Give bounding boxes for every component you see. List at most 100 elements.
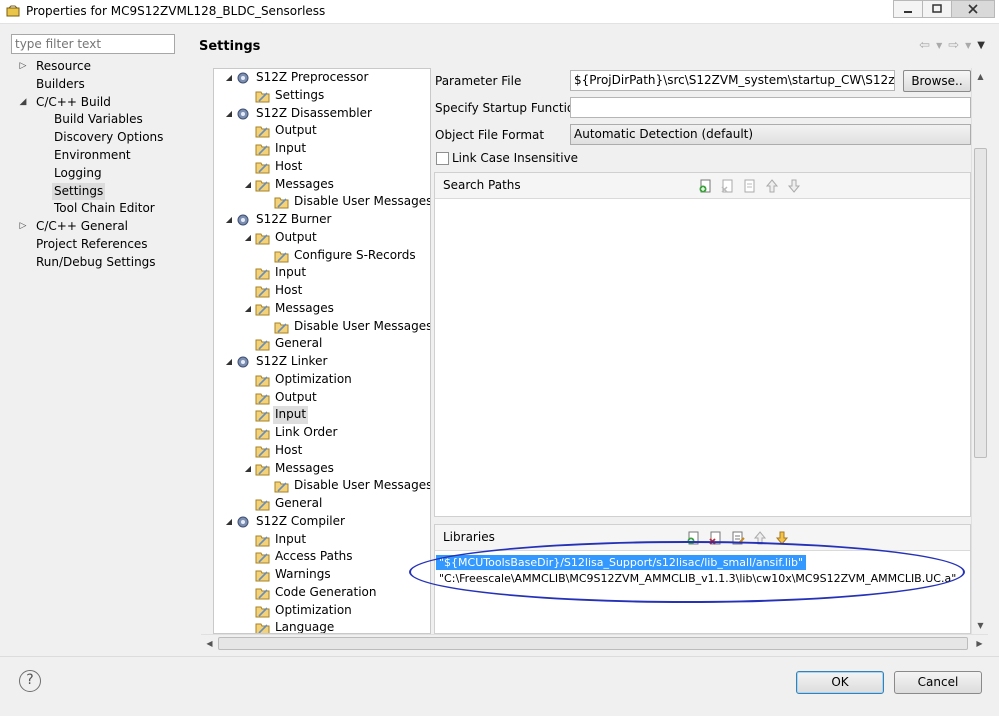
move-down-icon[interactable] — [786, 178, 802, 194]
object-format-select[interactable]: Automatic Detection (default) — [570, 124, 971, 145]
tool-tree-item[interactable]: Link Order — [214, 424, 430, 442]
scroll-left-arrow-icon[interactable]: ◀ — [201, 635, 218, 652]
tool-tree-item[interactable]: Disable User Messages — [214, 318, 430, 336]
tool-tree-item[interactable]: Input — [214, 406, 430, 424]
tool-tree-item[interactable]: General — [214, 335, 430, 353]
parameter-file-label: Parameter File — [435, 74, 522, 88]
tool-tree-item[interactable]: Settings — [214, 87, 430, 105]
add-path-icon[interactable] — [698, 178, 714, 194]
forward-menu-icon[interactable]: ▼ — [965, 38, 971, 54]
tool-tree-item[interactable]: Language — [214, 619, 430, 633]
collapse-icon[interactable]: ◢ — [224, 105, 234, 123]
move-up-icon[interactable] — [764, 178, 780, 194]
view-menu-icon[interactable]: ▼ — [977, 38, 985, 54]
tool-tree-item[interactable]: ◢ Output — [214, 229, 430, 247]
tool-tree-item[interactable]: Disable User Messages — [214, 193, 430, 211]
parameter-file-field[interactable]: ${ProjDirPath}\src\S12ZVM_system\startup… — [570, 70, 895, 91]
vertical-scrollbar[interactable]: ▲ ▼ — [971, 68, 988, 634]
cancel-button[interactable]: Cancel — [894, 671, 982, 694]
scrollbar-thumb[interactable] — [218, 637, 968, 650]
expand-icon[interactable]: ▷ — [18, 218, 28, 236]
tool-tree-item[interactable]: Code Generation — [214, 584, 430, 602]
delete-library-icon[interactable] — [708, 530, 724, 546]
tool-tree-item[interactable]: ◢ S12Z Compiler — [214, 513, 430, 531]
browse-button[interactable]: Browse.. — [903, 70, 971, 92]
tool-gear-icon — [236, 355, 251, 369]
tool-tree-item[interactable]: Configure S-Records — [214, 247, 430, 265]
tool-tree-item[interactable]: Output — [214, 389, 430, 407]
tool-tree-item[interactable]: Input — [214, 140, 430, 158]
horizontal-scrollbar[interactable]: ◀ ▶ — [201, 634, 988, 651]
scroll-up-arrow-icon[interactable]: ▲ — [972, 68, 989, 85]
tool-settings-tree: ◢ S12Z Preprocessor Settings ◢ S12Z Disassem… — [213, 68, 431, 634]
startup-function-label: Specify Startup Function — [435, 101, 582, 115]
tree-item-cpp-build[interactable]: ◢ C/C++ Build — [10, 94, 186, 112]
close-button[interactable] — [951, 0, 995, 18]
library-item[interactable]: "C:\Freescale\AMMCLIB\MC9S12ZVM_AMMCLIB_… — [436, 571, 959, 586]
collapse-icon[interactable]: ◢ — [243, 460, 253, 478]
tool-tree-item[interactable]: Output — [214, 122, 430, 140]
tool-tree-item[interactable]: Optimization — [214, 602, 430, 620]
settings-folder-icon — [255, 497, 270, 511]
tree-item-cpp-general[interactable]: ▷ C/C++ General — [10, 218, 186, 236]
tree-item-resource[interactable]: ▷ Resource — [10, 58, 186, 76]
collapse-icon[interactable]: ◢ — [243, 229, 253, 247]
delete-path-icon[interactable] — [720, 178, 736, 194]
tool-tree-item[interactable]: ◢ S12Z Disassembler — [214, 105, 430, 123]
tree-item-run-debug-settings[interactable]: Run/Debug Settings — [10, 254, 186, 272]
minimize-button[interactable] — [893, 0, 923, 18]
tree-item-settings[interactable]: Settings — [10, 182, 186, 201]
scroll-down-arrow-icon[interactable]: ▼ — [972, 617, 989, 634]
tool-tree-item[interactable]: Input — [214, 264, 430, 282]
tool-tree-item[interactable]: Warnings — [214, 566, 430, 584]
collapse-icon[interactable]: ◢ — [224, 513, 234, 531]
tree-item-build-variables[interactable]: Build Variables — [10, 111, 186, 129]
tool-tree-item[interactable]: Host — [214, 442, 430, 460]
tool-tree-item[interactable]: Optimization — [214, 371, 430, 389]
collapse-icon[interactable]: ◢ — [243, 176, 253, 194]
scroll-right-arrow-icon[interactable]: ▶ — [971, 635, 988, 652]
tree-item-tool-chain-editor[interactable]: Tool Chain Editor — [10, 200, 186, 218]
collapse-icon[interactable]: ◢ — [18, 94, 28, 112]
tool-tree-item[interactable]: ◢ S12Z Burner — [214, 211, 430, 229]
property-pages-tree: ▷ Resource Builders ◢ C/C++ Build Build Va… — [10, 58, 186, 272]
tool-tree-item[interactable]: Input — [214, 531, 430, 549]
tool-tree-item[interactable]: General — [214, 495, 430, 513]
tree-item-logging[interactable]: Logging — [10, 165, 186, 183]
forward-arrow-icon[interactable]: ⇨ — [948, 38, 959, 54]
back-arrow-icon[interactable]: ⇦ — [919, 38, 930, 54]
object-format-label: Object File Format — [435, 128, 545, 142]
add-library-icon[interactable] — [686, 530, 702, 546]
tool-tree-item[interactable]: ◢ Messages — [214, 300, 430, 318]
tree-item-discovery-options[interactable]: Discovery Options — [10, 129, 186, 147]
back-menu-icon[interactable]: ▼ — [936, 38, 942, 54]
scrollbar-thumb[interactable] — [974, 148, 987, 458]
tool-tree-item[interactable]: ◢ Messages — [214, 460, 430, 478]
move-up-library-icon[interactable] — [752, 530, 768, 546]
tree-item-project-references[interactable]: Project References — [10, 236, 186, 254]
tool-tree-item[interactable]: Host — [214, 282, 430, 300]
ok-button[interactable]: OK — [796, 671, 884, 694]
tree-item-environment[interactable]: Environment — [10, 147, 186, 165]
tool-tree-item[interactable]: ◢ S12Z Preprocessor — [214, 69, 430, 87]
collapse-icon[interactable]: ◢ — [224, 211, 234, 229]
tool-tree-item[interactable]: ◢ Messages — [214, 176, 430, 194]
tool-tree-item[interactable]: Disable User Messages — [214, 477, 430, 495]
tool-tree-item[interactable]: Host — [214, 158, 430, 176]
maximize-button[interactable] — [922, 0, 952, 18]
expand-icon[interactable]: ▷ — [18, 58, 28, 76]
edit-path-icon[interactable] — [742, 178, 758, 194]
collapse-icon[interactable]: ◢ — [224, 353, 234, 371]
collapse-icon[interactable]: ◢ — [243, 300, 253, 318]
tool-tree-item[interactable]: ◢ S12Z Linker — [214, 353, 430, 371]
edit-library-icon[interactable] — [730, 530, 746, 546]
help-icon[interactable]: ? — [19, 670, 41, 692]
move-down-library-icon[interactable] — [774, 530, 790, 546]
link-case-checkbox[interactable] — [436, 152, 449, 165]
library-item[interactable]: "${MCUToolsBaseDir}/S12lisa_Support/s12l… — [436, 555, 807, 570]
tree-item-builders[interactable]: Builders — [10, 76, 186, 94]
tool-tree-item[interactable]: Access Paths — [214, 548, 430, 566]
startup-function-field[interactable] — [570, 97, 971, 118]
filter-input[interactable] — [11, 34, 175, 54]
collapse-icon[interactable]: ◢ — [224, 69, 234, 87]
